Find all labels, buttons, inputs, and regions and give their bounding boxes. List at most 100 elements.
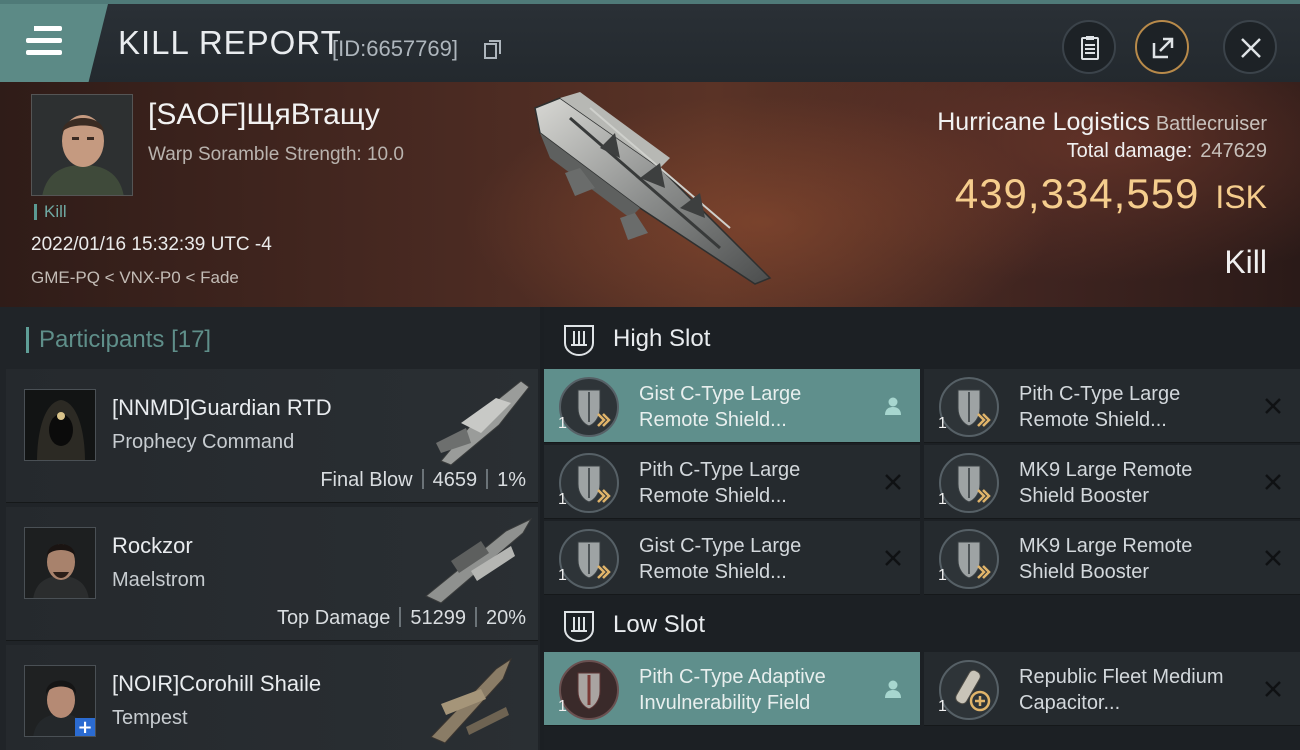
copy-icon[interactable]	[484, 40, 502, 60]
total-damage: Total damage: 247629	[1067, 140, 1267, 163]
participant-label: Final Blow	[320, 469, 413, 491]
module-item[interactable]: 1 Gist C-Type Large Remote Shield...	[544, 369, 920, 443]
participant-ship-image	[436, 380, 530, 466]
x-icon	[1265, 550, 1281, 566]
high-slot-header: High Slot	[544, 307, 1300, 367]
pilot-icon	[885, 680, 901, 698]
report-id: [ID:6657769]	[332, 36, 458, 61]
module-quantity: 1	[938, 698, 947, 715]
participant-card[interactable]: [NNMD]Guardian RTD Prophecy Command Fina…	[6, 369, 538, 503]
module-name: Pith C-Type Large Remote Shield...	[1019, 383, 1181, 431]
close-icon	[1241, 38, 1261, 58]
pilot-icon	[885, 397, 901, 415]
kill-tag: Kill	[34, 203, 67, 220]
result-label: Kill	[1224, 244, 1267, 280]
x-icon	[885, 474, 901, 490]
participant-ship: Prophecy Command	[112, 431, 295, 453]
clipboard-icon	[1081, 36, 1099, 60]
participant-damage: 51299	[410, 607, 466, 629]
module-item[interactable]: 1 MK9 Large Remote Shield Booster	[924, 521, 1300, 595]
participant-damage: 4659	[432, 469, 478, 491]
participants-count: [17]	[171, 326, 212, 353]
low-slot-header: Low Slot	[544, 593, 1300, 653]
module-item[interactable]: 1 Republic Fleet Medium Capacitor...	[924, 652, 1300, 726]
x-icon	[1265, 474, 1281, 490]
isk-value: 439,334,559 ISK	[955, 170, 1267, 218]
participant-label: Top Damage	[276, 607, 391, 629]
victim-banner: [SAOF]ЩяВтащу Warp Soramble Strength: 10…	[0, 82, 1300, 307]
participant-percent: 20%	[485, 607, 526, 629]
share-icon	[1152, 37, 1174, 59]
module-quantity: 1	[938, 567, 947, 584]
victim-avatar[interactable]	[31, 94, 133, 196]
total-damage-value: 247629	[1200, 140, 1267, 162]
participant-name: [NNMD]Guardian RTD	[112, 395, 332, 420]
victim-pilot-name[interactable]: [SAOF]ЩяВтащу	[148, 98, 380, 132]
x-icon	[885, 550, 901, 566]
isk-unit: ISK	[1215, 179, 1267, 215]
victim-ship[interactable]: Hurricane Logistics Battlecruiser	[937, 108, 1267, 137]
isk-amount: 439,334,559	[954, 170, 1200, 217]
warp-scramble-strength: Warp Soramble Strength: 10.0	[148, 144, 404, 165]
fitting-panel: High Slot 1 Gist C-Type Large Remote Shi…	[544, 307, 1300, 750]
shield-booster-icon	[559, 529, 619, 589]
victim-ship-name: Hurricane Logistics	[937, 108, 1150, 136]
participant-percent: 1%	[497, 469, 526, 491]
high-slot-icon	[564, 325, 594, 357]
participant-avatar	[24, 527, 96, 599]
module-quantity: 1	[558, 491, 567, 508]
participant-name: [NOIR]Corohill Shaile	[112, 671, 322, 696]
participant-card[interactable]: + [NOIR]Corohill Shaile Tempest	[6, 645, 538, 750]
participant-card[interactable]: Rockzor Maelstrom Top Damage 51299 20%	[6, 507, 538, 641]
participant-avatar: +	[24, 665, 96, 737]
total-damage-label: Total damage:	[1066, 140, 1193, 162]
module-item[interactable]: 1 Pith C-Type Large Remote Shield...	[544, 445, 920, 519]
module-item[interactable]: 1 Pith C-Type Large Remote Shield...	[924, 369, 1300, 443]
high-slot-title: High Slot	[613, 325, 711, 352]
title-bar: KILL REPORT [ID:6657769]	[0, 0, 1300, 82]
victim-ship-image	[534, 92, 772, 285]
participant-ship: Tempest	[112, 707, 188, 729]
close-button[interactable]	[1223, 20, 1277, 74]
clipboard-button[interactable]	[1062, 20, 1116, 74]
shield-booster-icon	[939, 529, 999, 589]
victim-ship-class: Battlecruiser	[1155, 113, 1267, 135]
module-item[interactable]: 1 Pith C-Type Adaptive Invulnerability F…	[544, 652, 920, 726]
participant-name: Rockzor	[112, 533, 193, 558]
x-icon	[1265, 681, 1281, 697]
page-title: KILL REPORT	[118, 24, 342, 61]
participants-header: Participants [17]	[26, 327, 211, 353]
shield-booster-icon	[559, 377, 619, 437]
menu-button[interactable]	[0, 4, 108, 82]
module-name: Republic Fleet Medium Capacitor...	[1019, 666, 1224, 714]
module-quantity: 1	[558, 698, 567, 715]
capacitor-icon	[939, 660, 999, 720]
shield-booster-icon	[559, 453, 619, 513]
module-name: Pith C-Type Large Remote Shield...	[639, 459, 801, 507]
participant-avatar	[24, 389, 96, 461]
module-name: MK9 Large Remote Shield Booster	[1019, 459, 1193, 507]
low-slot-icon	[564, 611, 594, 643]
module-name: MK9 Large Remote Shield Booster	[1019, 535, 1193, 583]
module-quantity: 1	[938, 491, 947, 508]
module-name: Gist C-Type Large Remote Shield...	[639, 535, 802, 583]
share-button[interactable]	[1135, 20, 1189, 74]
participant-ship-image	[430, 657, 513, 744]
participants-title: Participants	[39, 326, 165, 353]
x-icon	[1265, 398, 1281, 414]
participant-stats: Top Damage 51299 20%	[277, 607, 526, 630]
participant-ship: Maelstrom	[112, 569, 206, 591]
participant-ship-image	[425, 517, 533, 604]
module-quantity: 1	[558, 415, 567, 432]
kill-location[interactable]: GME-PQ < VNX-P0 < Fade	[31, 268, 239, 288]
plus-badge-icon: +	[75, 718, 95, 736]
module-name: Pith C-Type Adaptive Invulnerability Fie…	[639, 666, 826, 714]
module-item[interactable]: 1 Gist C-Type Large Remote Shield...	[544, 521, 920, 595]
low-slot-title: Low Slot	[613, 611, 706, 638]
module-item[interactable]: 1 MK9 Large Remote Shield Booster	[924, 445, 1300, 519]
module-name: Gist C-Type Large Remote Shield...	[639, 383, 802, 431]
shield-booster-icon	[939, 377, 999, 437]
participant-stats: Final Blow 4659 1%	[320, 469, 526, 492]
shield-booster-icon	[939, 453, 999, 513]
participants-panel: Participants [17] [NNMD]Guardian RTD Pro…	[0, 307, 540, 750]
